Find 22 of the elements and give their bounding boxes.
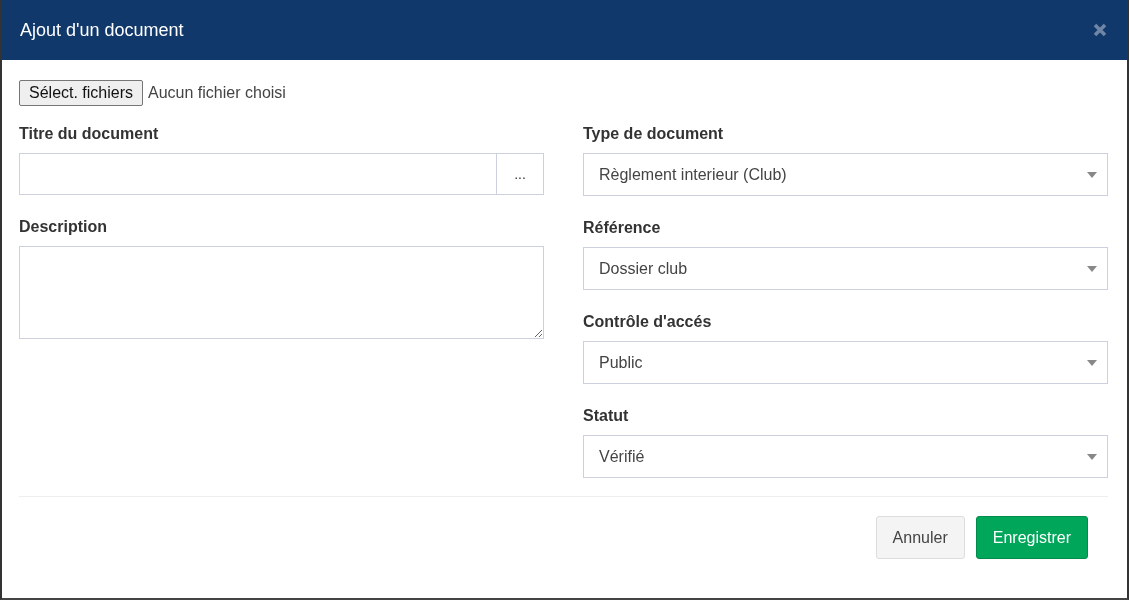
dialog-title: Ajout d'un document (20, 19, 184, 41)
select-field[interactable]: Règlement interieur (Club) (583, 153, 1108, 196)
field-label: Description (19, 218, 108, 236)
select-field[interactable]: Vérifié (583, 435, 1108, 478)
field-label: Référence (583, 219, 662, 237)
title-input[interactable] (19, 153, 497, 195)
caret-icon (1087, 359, 1097, 366)
browse-button[interactable]: ... (497, 153, 544, 195)
field-label: Contrôle d'accés (583, 313, 713, 331)
choose-files-button[interactable]: Sélect. fichiers (19, 80, 144, 106)
caret-icon (1087, 265, 1097, 272)
cancel-button[interactable]: Annuler (875, 516, 965, 559)
select-field[interactable]: Dossier club (583, 247, 1108, 290)
description-textarea[interactable] (19, 246, 544, 339)
caret-icon (1087, 171, 1097, 178)
field-label: Titre du document (19, 125, 160, 143)
select-field[interactable]: Public (583, 341, 1108, 384)
field-label: Type de document (583, 125, 725, 143)
close-icon[interactable] (1093, 23, 1107, 37)
field-label: Statut (583, 407, 630, 425)
file-status: Aucun fichier choisi (148, 84, 286, 102)
caret-icon (1087, 453, 1097, 460)
